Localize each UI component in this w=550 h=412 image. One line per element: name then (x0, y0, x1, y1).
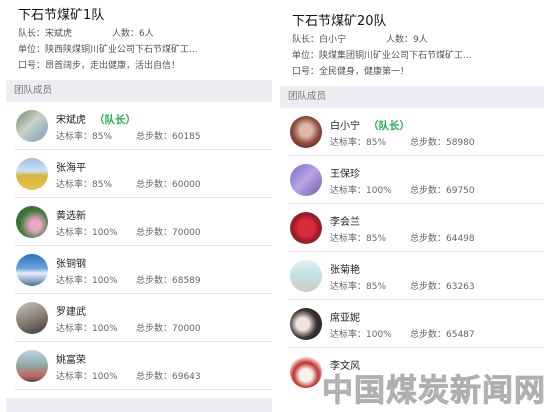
member-name: 罗建武 (56, 307, 86, 318)
member-name: 李会兰 (330, 217, 360, 228)
avatar (16, 350, 48, 382)
team-title: 下石节煤矿20队 (292, 14, 387, 29)
team-captain-count: 队长：宋斌虎 人数：6人 (18, 26, 260, 42)
list-item[interactable]: 席亚妮 达标率：100% 总步数：65487 (288, 300, 544, 348)
list-item[interactable]: 王保珍 达标率：100% 总步数：69750 (288, 156, 544, 204)
member-rate: 达标率：100% (56, 372, 118, 382)
leader-badge: （队长） (94, 114, 136, 126)
avatar (16, 302, 48, 334)
team-header: 下石节煤矿1队 队长：宋斌虎 人数：6人 单位：陕西陕煤铜川矿业公司下石节煤矿工.… (6, 0, 272, 74)
list-item[interactable]: 白小宁 （队长） 达标率：85% 总步数：58980 (288, 108, 544, 156)
member-rate: 达标率：85% (56, 132, 113, 142)
avatar (16, 254, 48, 286)
avatar (290, 356, 322, 388)
member-list: 白小宁 （队长） 达标率：85% 总步数：58980 王保珍 达标率：100% 总… (280, 108, 544, 396)
screenshot-stage: 下石节煤矿1队 队长：宋斌虎 人数：6人 单位：陕西陕煤铜川矿业公司下石节煤矿工.… (0, 0, 550, 412)
avatar (16, 110, 48, 142)
list-item[interactable]: 张菊艳 达标率：85% 总步数：63263 (288, 252, 544, 300)
member-rate: 达标率：85% (330, 282, 387, 292)
member-name: 席亚妮 (330, 313, 360, 324)
member-name: 王保珍 (330, 169, 360, 180)
member-rate: 达标率：85% (330, 234, 387, 244)
member-rate: 达标率：100% (56, 228, 118, 238)
member-rate: 达标率：100% (56, 324, 118, 334)
member-name: 张铜钢 (56, 259, 86, 270)
list-item[interactable]: 黄选新 达标率：100% 总步数：70000 (14, 198, 272, 246)
member-steps: 总步数：65487 (410, 330, 475, 340)
avatar (16, 206, 48, 238)
member-steps: 总步数：68589 (136, 276, 201, 286)
member-count-label: 人数：6人 (112, 29, 154, 39)
member-steps: 总步数：58980 (410, 138, 475, 148)
member-steps: 总步数：70000 (136, 228, 201, 238)
member-rate: 达标率：85% (56, 180, 113, 190)
team-panel-2: 下石节煤矿20队 队长：白小宁 人数：9人 单位：陕煤集团铜川矿业公司下石节煤矿工… (280, 4, 544, 412)
avatar (290, 308, 322, 340)
captain-label: 队长：白小宁 (292, 35, 347, 45)
list-item[interactable]: 张铜钢 达标率：100% 总步数：68589 (14, 246, 272, 294)
member-steps: 总步数：64498 (410, 234, 475, 244)
list-item[interactable]: 姚富荣 达标率：100% 总步数：69643 (14, 342, 272, 390)
member-steps: 总步数：60185 (136, 132, 201, 142)
member-name: 姚富荣 (56, 355, 86, 366)
member-steps: 总步数：60000 (136, 180, 201, 190)
list-item[interactable]: 张海平 达标率：85% 总步数：60000 (14, 150, 272, 198)
member-list: 宋斌虎 （队长） 达标率：85% 总步数：60185 张海平 达标率：85% 总步… (6, 102, 272, 390)
list-item[interactable]: 李会兰 达标率：85% 总步数：64498 (288, 204, 544, 252)
leader-badge: （队长） (368, 120, 410, 132)
avatar (290, 260, 322, 292)
member-rate: 达标率：85% (330, 138, 387, 148)
members-section-header: 团队成员 (280, 86, 544, 108)
member-rate: 达标率：100% (330, 330, 392, 340)
list-bottom-divider (6, 398, 272, 412)
member-steps: 总步数：70000 (136, 324, 201, 334)
member-steps: 总步数：63263 (410, 282, 475, 292)
members-section-header: 团队成员 (6, 80, 272, 102)
member-name: 黄选新 (56, 211, 86, 222)
member-steps: 总步数：69750 (410, 186, 475, 196)
team-slogan: 口号：昂首阔步，走出健康，活出自信！ (18, 61, 181, 71)
avatar (16, 158, 48, 190)
avatar (290, 212, 322, 244)
list-item[interactable]: 宋斌虎 （队长） 达标率：85% 总步数：60185 (14, 102, 272, 150)
captain-label: 队长：宋斌虎 (18, 29, 73, 39)
team-unit: 单位：陕煤集团铜川矿业公司下石节煤矿工... (292, 51, 472, 61)
member-steps: 总步数：69643 (136, 372, 201, 382)
member-count-label: 人数：9人 (386, 35, 428, 45)
team-slogan: 口号：全民健身，健康第一！ (292, 67, 410, 77)
member-name: 张菊艳 (330, 265, 360, 276)
member-name: 白小宁 (330, 121, 360, 132)
site-watermark: 中国煤炭新闻网 (322, 373, 546, 410)
member-name: 张海平 (56, 163, 86, 174)
member-name: 宋斌虎 (56, 115, 86, 126)
team-title: 下石节煤矿1队 (18, 8, 105, 23)
member-rate: 达标率：100% (56, 276, 118, 286)
avatar (290, 116, 322, 148)
team-header: 下石节煤矿20队 队长：白小宁 人数：9人 单位：陕煤集团铜川矿业公司下石节煤矿工… (280, 4, 544, 80)
team-unit: 单位：陕西陕煤铜川矿业公司下石节煤矿工... (18, 45, 198, 55)
member-rate: 达标率：100% (330, 186, 392, 196)
team-captain-count: 队长：白小宁 人数：9人 (292, 32, 532, 48)
list-item[interactable]: 罗建武 达标率：100% 总步数：70000 (14, 294, 272, 342)
team-panel-1: 下石节煤矿1队 队长：宋斌虎 人数：6人 单位：陕西陕煤铜川矿业公司下石节煤矿工.… (6, 0, 272, 412)
avatar (290, 164, 322, 196)
